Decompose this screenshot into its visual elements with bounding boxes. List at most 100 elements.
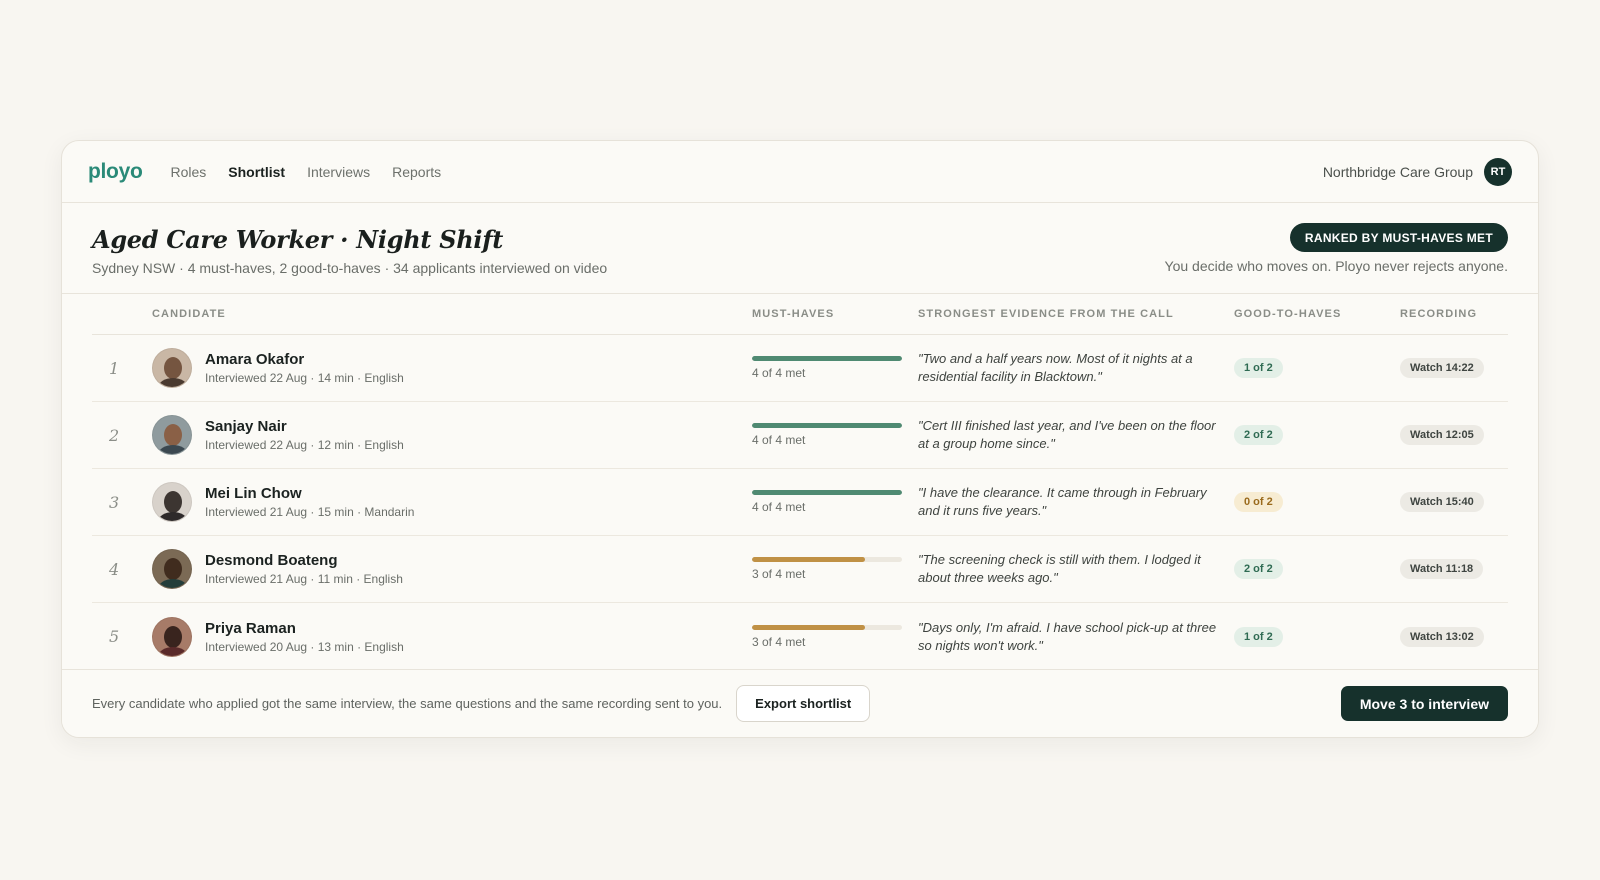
must-haves-bar <box>752 423 902 428</box>
recording-cell: Watch 13:02 <box>1400 626 1508 647</box>
must-haves-bar-fill <box>752 624 865 630</box>
good-to-haves-pill: 2 of 2 <box>1234 425 1283 445</box>
column-header-must-haves[interactable]: MUST-HAVES <box>752 308 918 320</box>
watch-recording-button[interactable]: Watch 11:18 <box>1400 559 1484 579</box>
good-to-haves-pill: 2 of 2 <box>1234 559 1283 579</box>
candidate-meta: Interviewed 22 Aug · 14 min · English <box>205 371 404 385</box>
must-haves-bar-fill <box>752 490 902 495</box>
table-header: CANDIDATE MUST-HAVES STRONGEST EVIDENCE … <box>92 294 1508 335</box>
ployo-logo[interactable]: ployo <box>88 160 143 184</box>
evidence-quote: "Two and a half years now. Most of it ni… <box>918 351 1193 384</box>
candidate-meta: Interviewed 21 Aug · 11 min · English <box>205 572 403 586</box>
recording-cell: Watch 14:22 <box>1400 358 1508 378</box>
recording-cell: Watch 12:05 <box>1400 425 1508 445</box>
role-header: Aged Care Worker · Night Shift Sydney NS… <box>62 203 1538 294</box>
must-haves-cell: 3 of 4 met <box>752 557 918 581</box>
must-haves-label: 4 of 4 met <box>752 500 806 514</box>
nav-link-interviews[interactable]: Interviews <box>307 164 370 180</box>
must-haves-label: 4 of 4 met <box>752 366 806 380</box>
candidate-cell: Priya Raman Interviewed 20 Aug · 13 min … <box>152 616 752 657</box>
good-to-haves-pill: 0 of 2 <box>1234 492 1283 512</box>
candidate-name[interactable]: Priya Raman <box>205 620 404 637</box>
candidate-meta: Interviewed 22 Aug · 12 min · English <box>205 438 404 452</box>
rank-number: 3 <box>109 492 120 512</box>
watch-recording-button[interactable]: Watch 12:05 <box>1400 425 1484 445</box>
must-haves-bar <box>752 490 902 495</box>
candidate-meta: Interviewed 20 Aug · 13 min · English <box>205 639 404 654</box>
export-shortlist-button[interactable]: Export shortlist <box>736 685 871 722</box>
evidence-quote: "Cert III finished last year, and I've b… <box>918 418 1216 451</box>
shortlist-card: ployo Roles Shortlist Interviews Reports… <box>61 140 1539 738</box>
ranking-badge: RANKED BY MUST-HAVES MET <box>1289 223 1508 252</box>
move-to-interview-button[interactable]: Move 3 to interview <box>1340 686 1508 721</box>
good-to-haves-cell: 0 of 2 <box>1234 492 1400 512</box>
good-to-haves-pill: 1 of 2 <box>1234 626 1283 647</box>
must-haves-bar <box>752 624 902 630</box>
avatar <box>152 415 192 455</box>
user-avatar[interactable]: RT <box>1484 157 1512 186</box>
candidate-name[interactable]: Amara Okafor <box>205 351 404 368</box>
candidate-meta: Interviewed 21 Aug · 15 min · Mandarin <box>205 505 415 519</box>
recording-cell: Watch 15:40 <box>1400 492 1508 512</box>
watch-recording-button[interactable]: Watch 14:22 <box>1400 358 1484 378</box>
must-haves-cell: 4 of 4 met <box>752 490 918 514</box>
rank-number: 2 <box>109 425 120 445</box>
candidate-cell: Amara Okafor Interviewed 22 Aug · 14 min… <box>152 348 752 388</box>
candidate-name[interactable]: Mei Lin Chow <box>205 485 414 502</box>
must-haves-bar <box>752 356 902 361</box>
must-haves-cell: 4 of 4 met <box>752 423 918 447</box>
candidate-cell: Sanjay Nair Interviewed 22 Aug · 12 min … <box>152 415 752 455</box>
column-header-evidence: STRONGEST EVIDENCE FROM THE CALL <box>918 308 1174 320</box>
must-haves-bar <box>752 557 902 562</box>
good-to-haves-cell: 2 of 2 <box>1234 559 1400 579</box>
table-body: 1 Amara Okafor Interviewed 22 Aug · 14 m… <box>92 335 1508 670</box>
rank-number: 4 <box>109 559 120 579</box>
candidate-cell: Desmond Boateng Interviewed 21 Aug · 11 … <box>152 549 752 589</box>
table-row[interactable]: 5 Priya Raman Interviewed 20 Aug · 13 mi… <box>92 603 1508 670</box>
watch-recording-button[interactable]: Watch 15:40 <box>1400 492 1484 512</box>
org-name: Northbridge Care Group <box>1322 163 1473 180</box>
must-haves-label: 3 of 4 met <box>752 634 806 649</box>
avatar <box>152 482 192 522</box>
candidate-table: CANDIDATE MUST-HAVES STRONGEST EVIDENCE … <box>92 294 1508 670</box>
must-haves-bar-fill <box>752 423 902 428</box>
must-haves-cell: 4 of 4 met <box>752 356 918 380</box>
evidence-quote: "Days only, I'm afraid. I have school pi… <box>918 619 1217 653</box>
top-nav: ployo Roles Shortlist Interviews Reports… <box>62 141 1538 203</box>
table-row[interactable]: 1 Amara Okafor Interviewed 22 Aug · 14 m… <box>92 335 1508 402</box>
must-haves-label: 3 of 4 met <box>752 567 806 581</box>
candidate-name[interactable]: Sanjay Nair <box>205 418 404 435</box>
good-to-haves-pill: 1 of 2 <box>1234 358 1283 378</box>
avatar <box>152 616 192 657</box>
good-to-haves-cell: 1 of 2 <box>1234 626 1400 647</box>
column-header-candidate[interactable]: CANDIDATE <box>152 308 752 320</box>
table-row[interactable]: 2 Sanjay Nair Interviewed 22 Aug · 12 mi… <box>92 402 1508 469</box>
table-row[interactable]: 3 Mei Lin Chow Interviewed 21 Aug · 15 m… <box>92 469 1508 536</box>
candidate-name[interactable]: Desmond Boateng <box>205 552 403 569</box>
watch-recording-button[interactable]: Watch 13:02 <box>1400 626 1484 647</box>
good-to-haves-cell: 2 of 2 <box>1234 425 1400 445</box>
evidence-quote: "The screening check is still with them.… <box>918 552 1201 585</box>
must-haves-label: 4 of 4 met <box>752 433 806 447</box>
column-header-good-to-haves[interactable]: GOOD-TO-HAVES <box>1234 308 1400 320</box>
must-haves-cell: 3 of 4 met <box>752 624 918 649</box>
must-haves-bar-fill <box>752 356 902 361</box>
rank-number: 5 <box>109 627 120 646</box>
fairness-note: Every candidate who applied got the same… <box>92 696 723 711</box>
evidence-quote: "I have the clearance. It came through i… <box>918 485 1207 518</box>
avatar <box>152 348 192 388</box>
candidate-cell: Mei Lin Chow Interviewed 21 Aug · 15 min… <box>152 482 752 522</box>
good-to-haves-cell: 1 of 2 <box>1234 358 1400 378</box>
avatar <box>152 549 192 589</box>
nav-link-reports[interactable]: Reports <box>392 164 441 180</box>
nav-link-shortlist[interactable]: Shortlist <box>228 164 285 180</box>
nav-link-roles[interactable]: Roles <box>171 164 207 180</box>
must-haves-bar-fill <box>752 557 865 562</box>
column-header-recording: RECORDING <box>1400 308 1478 320</box>
recording-cell: Watch 11:18 <box>1400 559 1508 579</box>
table-row[interactable]: 4 Desmond Boateng Interviewed 21 Aug · 1… <box>92 536 1508 603</box>
nav-account: Northbridge Care Group RT <box>1322 157 1512 186</box>
action-footer: Every candidate who applied got the same… <box>62 669 1538 737</box>
decision-note: You decide who moves on. Ployo never rej… <box>1164 258 1508 274</box>
rank-number: 1 <box>109 358 120 378</box>
